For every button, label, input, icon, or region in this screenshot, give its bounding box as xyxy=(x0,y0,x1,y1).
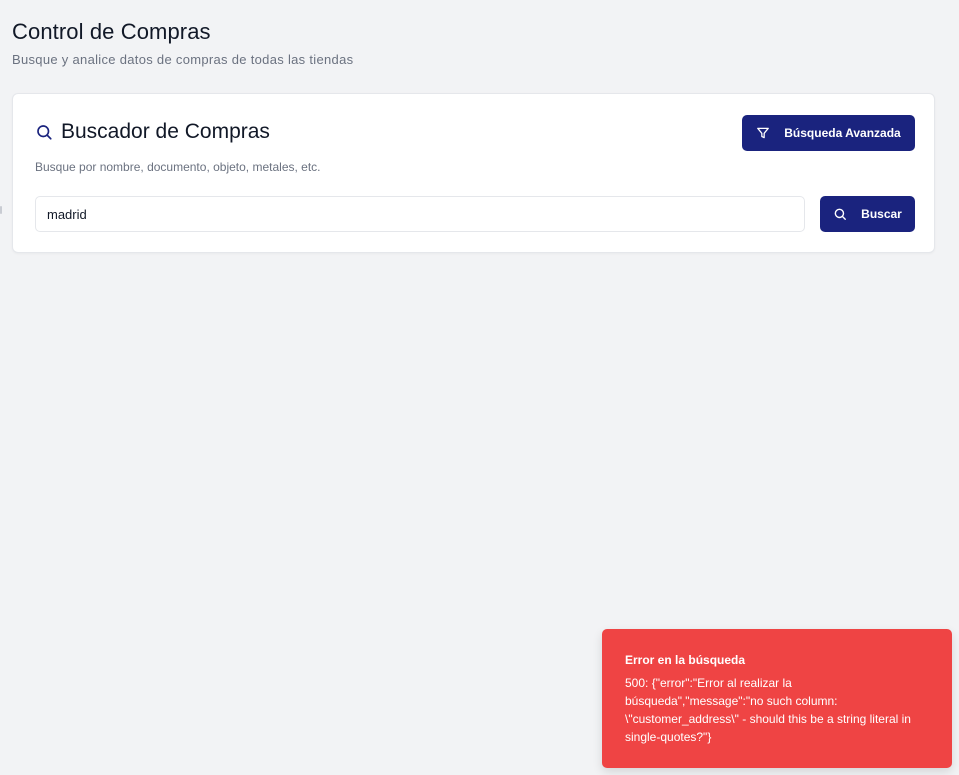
card-subtitle: Busque por nombre, documento, objeto, me… xyxy=(35,160,321,174)
search-icon xyxy=(35,123,53,141)
card-title: Buscador de Compras xyxy=(61,120,270,143)
edge-scroll-marker xyxy=(0,206,2,214)
page-header: Control de Compras Busque y analice dato… xyxy=(12,18,353,67)
advanced-search-button[interactable]: Búsqueda Avanzada xyxy=(742,115,915,151)
card-title-row: Buscador de Compras xyxy=(35,120,270,144)
search-card: Buscador de Compras Busque por nombre, d… xyxy=(12,93,935,253)
advanced-search-label: Búsqueda Avanzada xyxy=(784,126,901,140)
page-title: Control de Compras xyxy=(12,19,211,44)
filter-icon xyxy=(756,126,770,140)
toast-message: 500: {"error":"Error al realizar la búsq… xyxy=(625,676,911,744)
error-toast[interactable]: Error en la búsqueda 500: {"error":"Erro… xyxy=(602,629,952,768)
page-subtitle: Busque y analice datos de compras de tod… xyxy=(12,52,354,67)
search-icon xyxy=(833,207,847,221)
toast-title: Error en la búsqueda xyxy=(625,653,746,667)
search-input[interactable] xyxy=(35,196,805,232)
search-button[interactable]: Buscar xyxy=(820,196,915,232)
search-button-label: Buscar xyxy=(861,207,902,221)
